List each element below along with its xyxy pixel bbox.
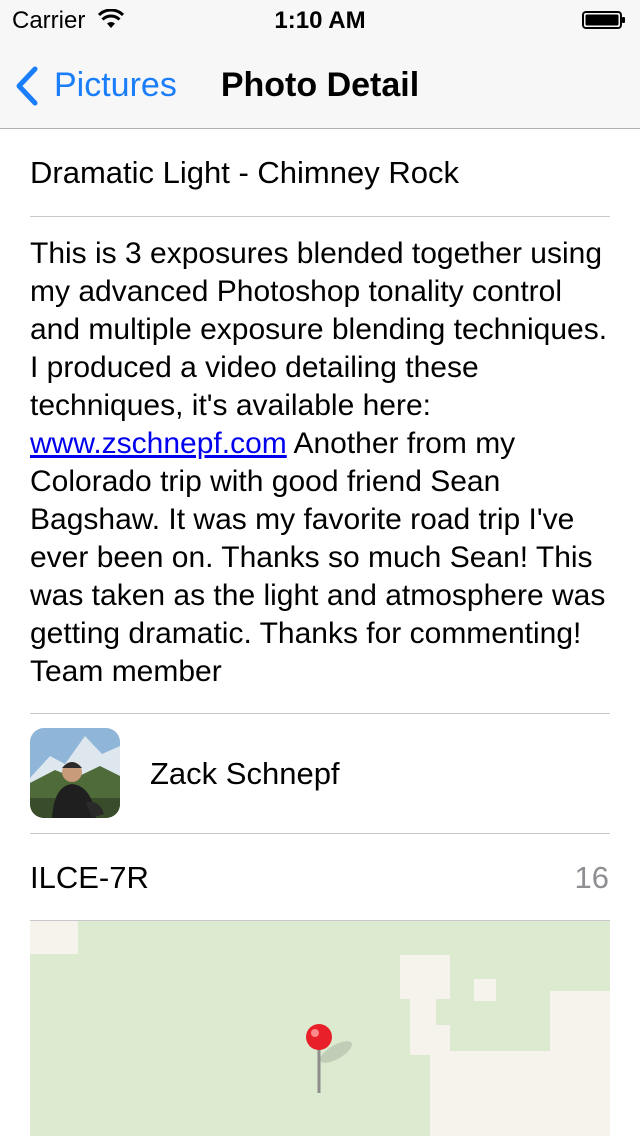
map-canvas <box>30 921 610 1136</box>
battery-icon <box>582 11 625 29</box>
photo-title: Dramatic Light - Chimney Rock <box>30 155 459 190</box>
camera-row: ILCE-7R 16 <box>0 834 640 922</box>
description-text: Another from my Colorado trip with good … <box>30 427 606 688</box>
description-text: This is 3 exposures blended together usi… <box>30 237 608 422</box>
camera-model: ILCE-7R <box>30 860 149 895</box>
location-map[interactable] <box>30 921 610 1136</box>
status-bar: Carrier 1:10 AM <box>0 0 640 40</box>
author-row[interactable]: Zack Schnepf <box>0 714 640 834</box>
avatar-image <box>30 728 120 818</box>
photo-description: This is 3 exposures blended together usi… <box>30 235 620 691</box>
page-title: Photo Detail <box>220 66 420 104</box>
avatar <box>30 728 120 818</box>
clock: 1:10 AM <box>274 7 366 34</box>
navigation-bar: Pictures Photo Detail <box>0 40 640 129</box>
count-label: 16 <box>574 860 609 895</box>
website-link[interactable]: www.zschnepf.com <box>30 427 287 460</box>
author-name: Zack Schnepf <box>150 756 340 791</box>
divider <box>30 216 610 217</box>
